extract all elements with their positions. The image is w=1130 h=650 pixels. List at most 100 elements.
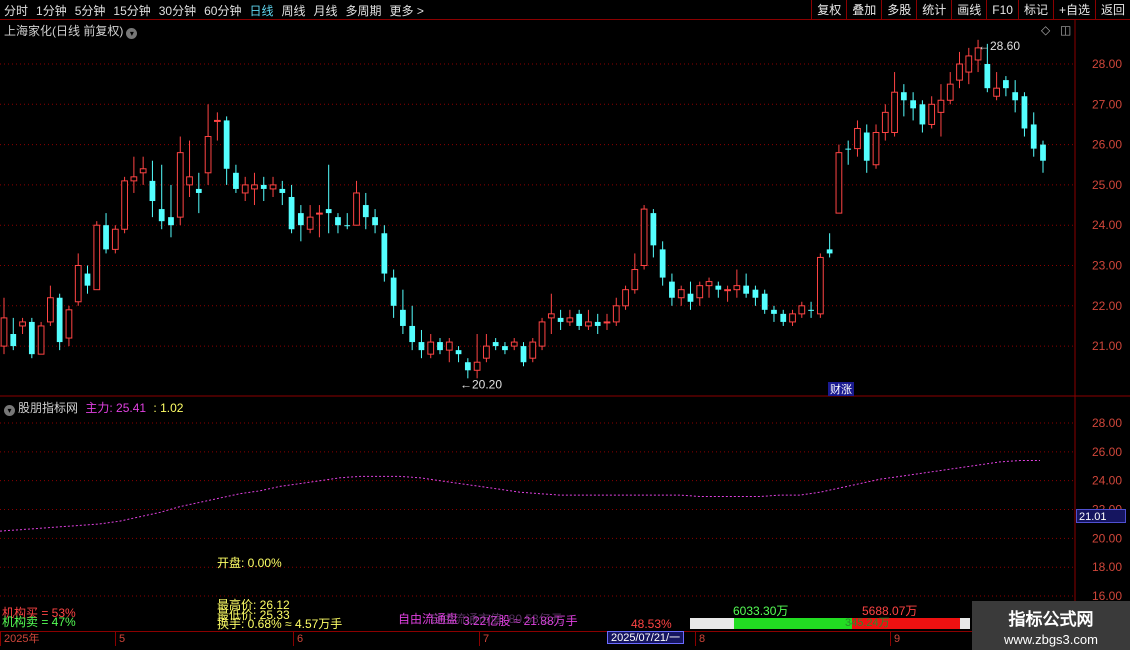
flow-mid-label: 345.24万 <box>845 617 890 629</box>
period-tab-10[interactable]: 更多 > <box>386 2 428 19</box>
price-tick: 22.00 <box>1092 299 1122 313</box>
indicator-name: 股朋指标网 <box>18 401 79 415</box>
event-badge: 财涨 <box>830 382 852 396</box>
kline-chart[interactable]: 28.00 27.00 26.00 25.00 24.00 23.00 22.00 21.00… <box>0 20 1130 631</box>
period-tab-6[interactable]: 日线 <box>245 2 277 19</box>
candle-body <box>594 321 601 326</box>
flow-bar-green <box>734 618 852 629</box>
candle-body <box>761 293 768 310</box>
open-text: 开盘: 0.00% <box>217 556 282 570</box>
flow-bar: 345.24万 <box>690 618 970 629</box>
candle-body <box>984 64 991 89</box>
candle-body <box>669 281 675 298</box>
high-marker: ←28.60 <box>978 39 1020 53</box>
window-icon[interactable]: ◫ <box>1060 24 1071 36</box>
candle-body <box>715 285 722 290</box>
candle-body <box>752 289 759 298</box>
tool-buttons: 复权 叠加 多股 统计 画线 F10 标记 +自选 返回 <box>811 0 1130 20</box>
candle-body <box>195 188 202 193</box>
period-tab-5[interactable]: 60分钟 <box>200 2 245 19</box>
period-tab-0[interactable]: 分时 <box>0 2 32 19</box>
chevron-down-icon[interactable]: ▾ <box>4 405 15 416</box>
candle-body <box>789 313 796 323</box>
tool-button-4[interactable]: 画线 <box>951 0 986 20</box>
candle-body <box>677 289 685 299</box>
candle-body <box>483 345 490 359</box>
candle-body <box>816 256 824 315</box>
candle-body <box>826 249 833 254</box>
candle-body <box>10 334 17 347</box>
candle-body <box>640 208 648 266</box>
candle-body <box>473 361 481 371</box>
candle-body <box>705 281 713 287</box>
candle-body <box>585 321 592 327</box>
candle-body <box>260 184 267 189</box>
candle-body <box>400 309 406 326</box>
candle-body <box>780 313 787 322</box>
candle-body <box>798 305 806 315</box>
tool-button-2[interactable]: 多股 <box>881 0 916 20</box>
period-tab-2[interactable]: 5分钟 <box>71 2 110 19</box>
candle-body <box>529 341 537 359</box>
candle-body <box>418 342 425 351</box>
candle-body <box>353 192 360 226</box>
inst-sell: 机构卖 = 47% <box>2 615 76 629</box>
ratio-label: : 1.02 <box>153 401 184 415</box>
period-tab-3[interactable]: 15分钟 <box>109 2 154 19</box>
candle-body <box>37 325 45 355</box>
period-tab-4[interactable]: 30分钟 <box>155 2 200 19</box>
period-tab-9[interactable]: 多周期 <box>342 2 386 19</box>
candle-body <box>891 91 898 134</box>
period-tab-8[interactable]: 月线 <box>310 2 342 19</box>
candle-body <box>696 285 704 299</box>
candle-body <box>372 217 378 226</box>
candle-body <box>1021 96 1028 129</box>
tool-button-1[interactable]: 叠加 <box>846 0 881 20</box>
diamond-icon[interactable]: ◇ <box>1041 24 1050 36</box>
tool-button-0[interactable]: 复权 <box>811 0 846 20</box>
candle-body <box>288 196 295 230</box>
period-tab-7[interactable]: 周线 <box>277 2 309 19</box>
date-tick-3: 7 <box>479 632 489 646</box>
flow-green-label: 6033.30万 <box>733 604 789 618</box>
candle-body <box>74 265 82 303</box>
candle-body <box>251 184 258 190</box>
candle-body <box>204 136 212 174</box>
candle-body <box>103 225 109 250</box>
tool-button-8[interactable]: 返回 <box>1094 0 1130 20</box>
candle-body <box>121 180 128 230</box>
tool-button-3[interactable]: 统计 <box>916 0 951 20</box>
period-tab-1[interactable]: 1分钟 <box>32 2 71 19</box>
candle-body <box>631 269 639 291</box>
candle-body <box>1030 124 1037 149</box>
candle-body <box>306 216 314 230</box>
candle-body <box>381 233 388 274</box>
candle-body <box>771 309 777 314</box>
candle-body <box>297 213 304 226</box>
candle-body <box>19 321 26 327</box>
candle-body <box>335 217 341 226</box>
tool-button-6[interactable]: 标记 <box>1017 0 1053 20</box>
main-force-line <box>0 460 1040 532</box>
cursor-date-label: 2025/07/21/一 <box>607 631 685 644</box>
candle-body <box>520 346 527 363</box>
percent-label: 48.53% <box>631 617 672 631</box>
candle-body <box>612 305 620 323</box>
candle-body <box>603 321 611 324</box>
price-tick: 24.00 <box>1092 218 1122 232</box>
tool-button-5[interactable]: F10 <box>986 0 1018 20</box>
period-tabs: 分时 1分钟 5分钟 15分钟 30分钟 60分钟 日线 周线 月线 多周期 更多 > <box>0 0 428 20</box>
low-marker: ←20.20 <box>460 377 502 391</box>
candle-body <box>28 321 35 355</box>
candle-body <box>1003 80 1009 89</box>
flow-bar-white-left <box>690 618 734 629</box>
indicator-price-tick: 18.00 <box>1092 560 1122 574</box>
candle-body <box>176 152 184 218</box>
candle-body <box>910 100 917 109</box>
candle-body <box>872 132 880 166</box>
chevron-down-icon[interactable]: ▾ <box>126 28 138 39</box>
period-toolbar: 分时 1分钟 5分钟 15分钟 30分钟 60分钟 日线 周线 月线 多周期 更多 > 复权 叠加 多股… <box>0 0 1130 20</box>
turnover: 换手: 0.68% ≈ 4.57万手 <box>217 617 343 631</box>
tool-button-7[interactable]: +自选 <box>1052 0 1095 20</box>
price-tick: 27.00 <box>1092 97 1122 111</box>
